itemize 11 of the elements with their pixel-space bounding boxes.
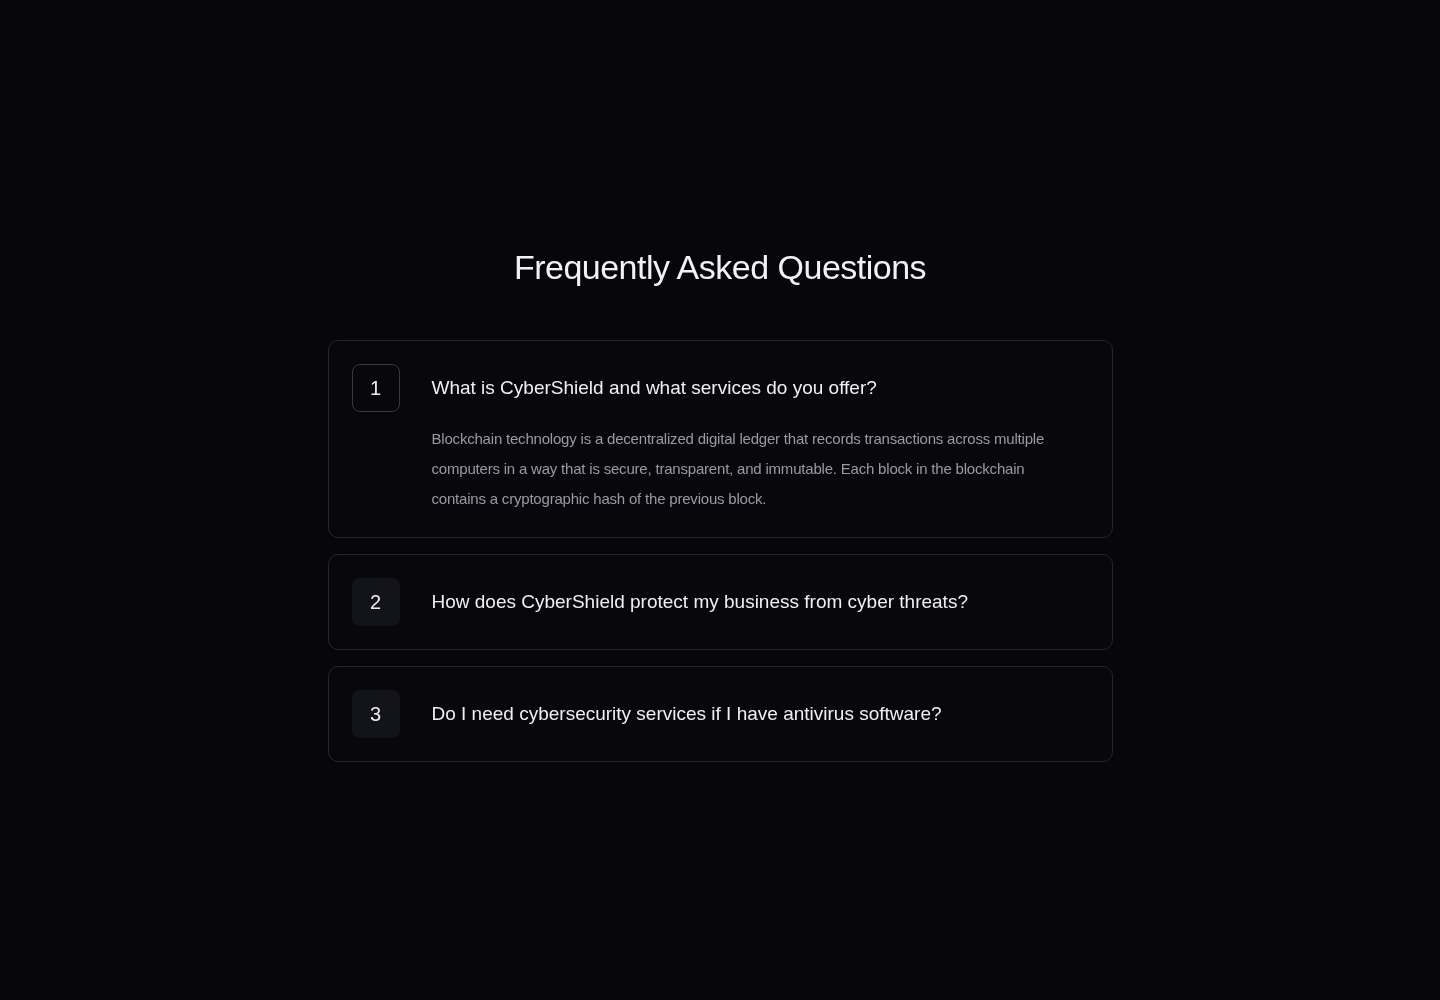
section-heading: Frequently Asked Questions: [513, 247, 927, 288]
number-badge: 3: [351, 690, 400, 738]
faq-question: What is CyberShield and what services do you offer?: [431, 376, 878, 400]
number-badge: 2: [351, 578, 400, 626]
faq-question: How does CyberShield protect my business from cyber threats?: [431, 590, 968, 614]
number-badge: 1: [351, 364, 400, 412]
faq-answer: Blockchain technology is a decentralized digital ledger that records transactions across multiple computers in a way that is secure, transparent, and immutable. Each block in the blockchain contains a cryptographic hash of the previous block.: [431, 429, 1046, 509]
faq-card[interactable]: 2 How does CyberShield protect my business from cyber threats?: [327, 554, 1113, 650]
faq-card[interactable]: 3 Do I need cybersecurity services if I have antivirus software?: [327, 666, 1113, 762]
faq-question: Do I need cybersecurity services if I have antivirus software?: [431, 702, 942, 726]
faq-card[interactable]: [327, 340, 1113, 538]
